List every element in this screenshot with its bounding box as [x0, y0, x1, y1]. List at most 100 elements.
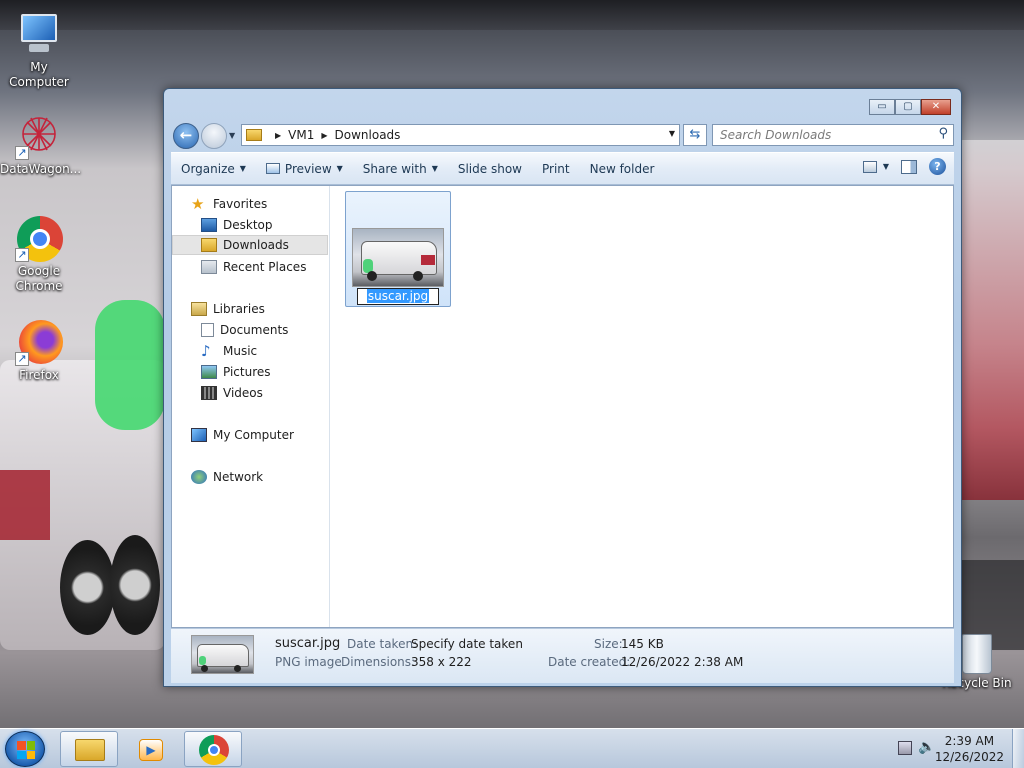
- breadcrumb-downloads[interactable]: Downloads: [335, 128, 401, 142]
- downloads-folder-icon: [201, 238, 217, 252]
- taskbar-chrome-button[interactable]: [184, 731, 242, 767]
- taskbar-explorer-button[interactable]: [60, 731, 118, 767]
- nav-music[interactable]: ♪ Music: [201, 341, 257, 361]
- nav-libraries[interactable]: Libraries: [191, 299, 265, 319]
- nav-label: Videos: [223, 386, 263, 400]
- refresh-icon[interactable]: ⇆: [683, 124, 707, 146]
- nav-my-computer[interactable]: My Computer: [191, 425, 294, 445]
- change-view-icon[interactable]: [862, 160, 877, 173]
- rename-field[interactable]: suscar.jpg: [357, 288, 439, 305]
- desktop-icon-datawagon[interactable]: ↗ DataWagon...: [0, 112, 81, 177]
- address-dropdown-icon[interactable]: ▼: [669, 129, 675, 138]
- preview-button[interactable]: Preview ▼: [256, 157, 353, 181]
- minimize-button[interactable]: ▭: [869, 99, 895, 115]
- shortcut-arrow-icon: ↗: [15, 146, 29, 160]
- nav-videos[interactable]: Videos: [201, 383, 263, 403]
- desktop-icon-google-chrome[interactable]: ↗ Google Chrome: [0, 214, 78, 294]
- network-icon: [191, 470, 207, 484]
- start-button[interactable]: [5, 731, 45, 767]
- print-button[interactable]: Print: [532, 157, 580, 181]
- chevron-down-icon: ▼: [239, 163, 246, 173]
- file-item-suscar[interactable]: suscar.jpg: [345, 191, 451, 307]
- nav-label: Libraries: [213, 302, 265, 316]
- computer-icon: [15, 10, 63, 58]
- share-with-button[interactable]: Share with ▼: [353, 157, 448, 181]
- details-file-name: suscar.jpg: [275, 636, 341, 651]
- star-icon: ★: [191, 195, 205, 213]
- nav-pictures[interactable]: Pictures: [201, 362, 271, 382]
- desktop-icon-label: My Computer: [9, 60, 69, 89]
- chrome-icon: ↗: [15, 214, 63, 262]
- address-bar[interactable]: ▶ VM1 ▶ Downloads ▼: [241, 124, 680, 146]
- chevron-down-icon[interactable]: ▼: [883, 162, 889, 171]
- nav-downloads[interactable]: Downloads: [172, 235, 328, 255]
- system-tray: 🔈 2:39 AM 12/26/2022: [884, 729, 1024, 768]
- details-file-type: PNG image: [275, 655, 342, 669]
- date-taken-label: Date taken:: [347, 637, 418, 651]
- desktop-icon-my-computer[interactable]: My Computer: [0, 10, 78, 90]
- search-input[interactable]: Search Downloads ⚲: [712, 124, 954, 146]
- desktop-icon-label: Firefox: [19, 368, 59, 382]
- dimensions-value: 358 x 222: [411, 655, 472, 669]
- nav-desktop[interactable]: Desktop: [201, 215, 273, 235]
- shortcut-arrow-icon: ↗: [15, 352, 29, 366]
- nav-label: Documents: [220, 323, 289, 337]
- date-created-label: Date created:: [548, 655, 631, 669]
- breadcrumb-vm1[interactable]: VM1: [288, 128, 314, 142]
- address-row: ← ▼ ▶ VM1 ▶ Downloads ▼ ⇆ Search Downloa…: [171, 122, 954, 149]
- nav-network[interactable]: Network: [191, 467, 263, 487]
- folder-icon: [246, 129, 262, 141]
- help-icon[interactable]: ?: [929, 158, 946, 175]
- date-created-value: 12/26/2022 2:38 AM: [621, 655, 744, 669]
- clock-date: 12/26/2022: [934, 750, 1004, 764]
- music-note-icon: ♪: [201, 342, 211, 360]
- show-desktop-button[interactable]: [1012, 729, 1024, 768]
- clock[interactable]: 2:39 AM 12/26/2022: [935, 733, 1004, 765]
- network-status-icon[interactable]: [898, 741, 912, 755]
- recent-places-icon: [201, 260, 217, 274]
- nav-label: Pictures: [223, 365, 271, 379]
- datawagon-icon: ↗: [15, 112, 63, 160]
- logo-pane: [17, 741, 26, 750]
- recent-pages-dropdown-icon[interactable]: ▼: [229, 131, 235, 140]
- videos-icon: [201, 386, 217, 400]
- clock-time: 2:39 AM: [944, 734, 995, 748]
- explorer-window: ▭ ▢ ✕ ← ▼ ▶ VM1 ▶ Downloads ▼ ⇆ Search D…: [163, 88, 962, 687]
- organize-button[interactable]: Organize ▼: [171, 157, 256, 181]
- new-folder-button[interactable]: New folder: [580, 157, 665, 181]
- nav-label: Favorites: [213, 197, 268, 211]
- explorer-body: ★ Favorites Desktop Downloads Recent Plac…: [171, 185, 954, 628]
- file-name: suscar.jpg: [366, 289, 430, 303]
- close-button[interactable]: ✕: [921, 99, 951, 115]
- nav-recent-places[interactable]: Recent Places: [201, 257, 306, 277]
- nav-documents[interactable]: Documents: [201, 320, 288, 340]
- forward-button[interactable]: [201, 123, 227, 149]
- taskbar: ▶ 🔈 2:39 AM 12/26/2022: [0, 728, 1024, 768]
- logo-pane: [17, 750, 26, 759]
- breadcrumb-separator-icon[interactable]: ▶: [321, 131, 327, 140]
- date-taken-value[interactable]: Specify date taken: [411, 637, 523, 651]
- logo-pane: [26, 741, 35, 750]
- back-button[interactable]: ←: [173, 123, 199, 149]
- libraries-icon: [191, 302, 207, 316]
- nav-label: My Computer: [213, 428, 294, 442]
- taskbar-media-player-button[interactable]: ▶: [122, 731, 180, 767]
- nav-favorites[interactable]: ★ Favorites: [191, 194, 267, 214]
- volume-icon[interactable]: 🔈: [918, 739, 935, 755]
- desktop-icon-firefox[interactable]: ↗ Firefox: [0, 318, 78, 383]
- firefox-icon: ↗: [15, 318, 63, 366]
- chevron-down-icon: ▼: [336, 163, 343, 173]
- breadcrumb-separator-icon[interactable]: ▶: [275, 131, 281, 140]
- slide-show-button[interactable]: Slide show: [448, 157, 532, 181]
- logo-pane: [26, 750, 35, 759]
- image-thumbnail: [352, 228, 444, 287]
- documents-icon: [201, 323, 214, 337]
- desktop-icon-label: Google Chrome: [15, 264, 63, 293]
- organize-label: Organize: [181, 161, 235, 176]
- maximize-button[interactable]: ▢: [895, 99, 921, 115]
- search-icon[interactable]: ⚲: [938, 126, 948, 141]
- preview-pane-icon[interactable]: [901, 159, 917, 174]
- dimensions-label: Dimensions:: [341, 655, 416, 669]
- toolbar-right: ▼ ?: [862, 158, 946, 175]
- nav-label: Downloads: [223, 238, 289, 252]
